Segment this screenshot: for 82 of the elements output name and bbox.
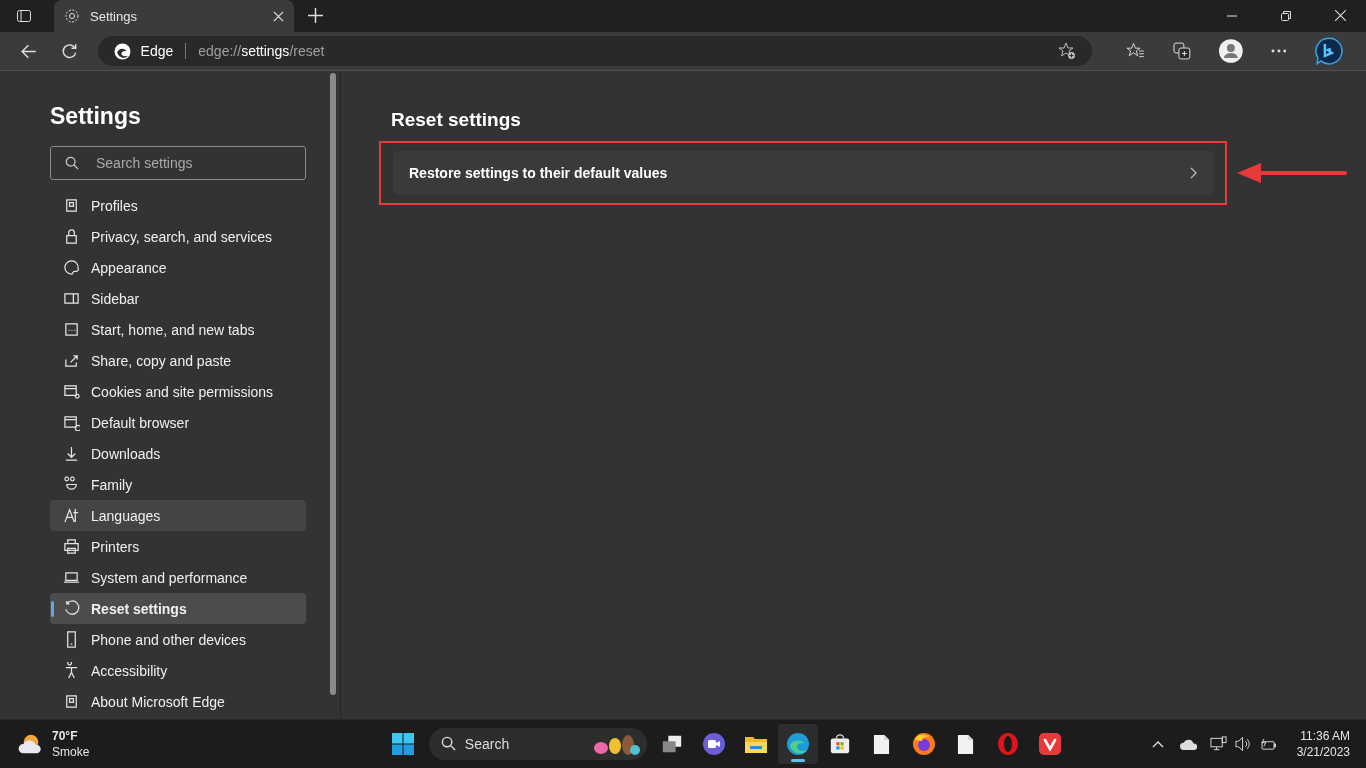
scrollbar-thumb[interactable]	[330, 73, 336, 695]
taskbar-app[interactable]	[777, 724, 818, 764]
menu-item-icon	[63, 476, 80, 493]
back-arrow-icon[interactable]	[20, 42, 37, 60]
battery-icon[interactable]	[1259, 737, 1277, 751]
profile-avatar-icon[interactable]	[1218, 39, 1243, 63]
sidebar-item[interactable]: Phone and other devices	[50, 624, 306, 655]
sidebar-item[interactable]: System and performance	[50, 562, 306, 593]
gear-icon	[64, 8, 80, 24]
temperature-text: 70°F	[52, 728, 79, 744]
sidebar-item[interactable]: Languages	[50, 500, 306, 531]
restore-icon[interactable]	[1281, 11, 1291, 21]
task-view-icon	[660, 733, 683, 755]
blank-file-icon	[873, 733, 891, 755]
menu-item-icon	[63, 538, 80, 555]
sidebar-item[interactable]: Privacy, search, and services	[50, 221, 306, 252]
menu-item-icon	[63, 414, 80, 431]
video-chat-icon	[701, 732, 726, 756]
menu-item-icon	[63, 259, 80, 276]
favorites-icon[interactable]	[1126, 42, 1145, 60]
menu-item-icon	[63, 197, 80, 214]
menu-item-icon	[63, 662, 80, 679]
menu-item-icon	[63, 693, 80, 710]
collections-icon[interactable]	[1173, 42, 1191, 60]
close-icon[interactable]	[1335, 10, 1346, 21]
address-bar[interactable]: Edge edge://settings/reset	[97, 36, 1093, 66]
swirl-logo-icon	[113, 42, 131, 60]
menu-item-icon	[63, 507, 80, 524]
swirl-logo-icon	[785, 732, 810, 756]
store-bag-icon	[828, 733, 851, 755]
sidebar-item[interactable]: Family	[50, 469, 306, 500]
sidebar-item[interactable]: About Microsoft Edge	[50, 686, 306, 717]
menu-item-icon	[63, 445, 80, 462]
menu-item-icon	[63, 569, 80, 586]
menu-item-icon	[63, 383, 80, 400]
chat-logo-icon[interactable]	[1314, 36, 1344, 66]
sidebar-item[interactable]: Start, home, and new tabs	[50, 314, 306, 345]
chevron-right-icon	[1190, 167, 1197, 179]
sidebar-item[interactable]: Accessibility	[50, 655, 306, 686]
blank-file-icon	[957, 733, 975, 755]
tab-actions-icon[interactable]	[16, 8, 32, 24]
cloud-icon[interactable]	[1179, 738, 1198, 750]
close-icon[interactable]	[273, 10, 284, 22]
clock[interactable]: 11:36 AM 3/21/2023	[1290, 728, 1356, 760]
v-logo-icon	[1037, 732, 1062, 756]
network-icon[interactable]	[1209, 736, 1227, 752]
refresh-icon[interactable]	[60, 42, 78, 60]
page-heading: Reset settings	[391, 109, 522, 131]
sidebar-item[interactable]: Share, copy and paste	[50, 345, 306, 376]
taskbar-search-field[interactable]: Search	[428, 728, 647, 760]
speaker-icon[interactable]	[1234, 736, 1252, 752]
sidebar-item[interactable]: Profiles	[50, 190, 306, 221]
folder-icon	[743, 734, 768, 754]
sidebar-item[interactable]: Reset settings	[50, 593, 306, 624]
sidebar-item[interactable]: Sidebar	[50, 283, 306, 314]
ring-o-icon	[995, 732, 1020, 756]
sidebar-title: Settings	[50, 103, 142, 130]
menu-item-icon	[63, 290, 80, 307]
search-icon	[65, 156, 79, 170]
sidebar-item[interactable]: Default browser	[50, 407, 306, 438]
sidebar-item[interactable]: Appearance	[50, 252, 306, 283]
sidebar-item[interactable]: Cookies and site permissions	[50, 376, 306, 407]
menu-item-icon	[63, 228, 80, 245]
url-text[interactable]: edge://settings/reset	[198, 43, 325, 59]
weather-condition-text: Smoke	[52, 744, 90, 760]
start-icon[interactable]	[390, 732, 415, 756]
restore-defaults-row[interactable]: Restore settings to their default values	[393, 151, 1213, 195]
sidebar-item[interactable]: Printers	[50, 531, 306, 562]
add-favorite-icon[interactable]	[1058, 42, 1077, 60]
sidebar-item[interactable]: Downloads	[50, 438, 306, 469]
new-tab-icon[interactable]	[308, 8, 323, 23]
browser-tab[interactable]: Settings	[54, 0, 294, 32]
search-field[interactable]: Search settings	[50, 146, 306, 180]
search-icon	[440, 736, 456, 751]
chevron-up-icon[interactable]	[1151, 740, 1164, 748]
site-label: Edge	[140, 43, 174, 59]
menu-item-icon	[63, 352, 80, 369]
more-options-icon[interactable]	[1270, 49, 1287, 53]
cloud-sun-icon	[18, 733, 44, 755]
menu-item-icon	[63, 600, 80, 617]
menu-item-icon	[63, 321, 80, 338]
fox-globe-icon	[911, 732, 936, 756]
